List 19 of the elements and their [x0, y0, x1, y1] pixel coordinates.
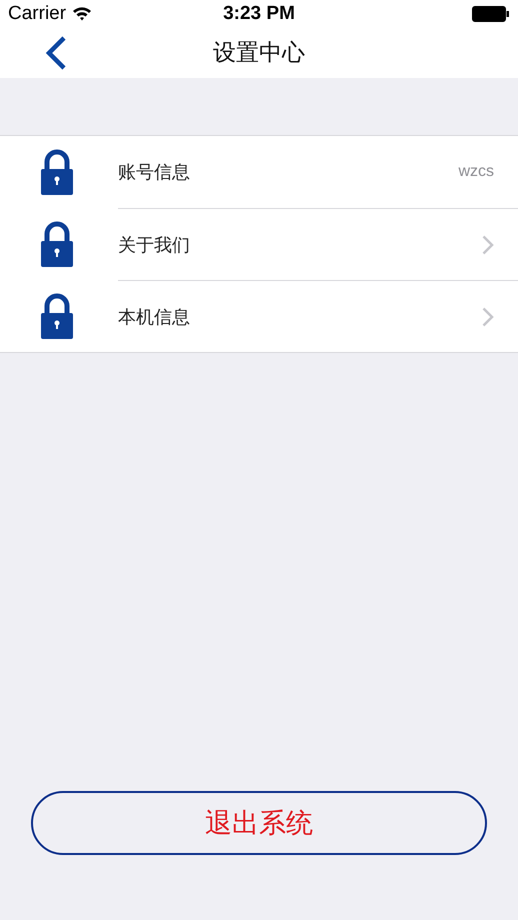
- carrier-label: Carrier: [8, 2, 66, 24]
- settings-row[interactable]: 关于我们: [0, 208, 518, 280]
- battery-icon: [472, 6, 510, 22]
- account-value: wzcs: [458, 163, 494, 181]
- lock-icon: [41, 149, 73, 195]
- row-label: 账号信息: [118, 161, 191, 184]
- lock-icon: [41, 221, 73, 267]
- chevron-icon: [482, 306, 494, 326]
- row-label: 关于我们: [118, 234, 191, 256]
- logout-button[interactable]: 退出系统: [31, 791, 487, 855]
- page-title: 设置中心: [213, 39, 305, 68]
- row-label: 本机信息: [118, 306, 191, 328]
- lock-icon: [41, 293, 73, 339]
- settings-row[interactable]: 账号信息 wzcs: [0, 136, 518, 208]
- back-button[interactable]: [44, 34, 68, 70]
- settings-row[interactable]: 本机信息: [0, 280, 518, 352]
- clock-time: 3:23 PM: [223, 2, 295, 24]
- chevron-icon: [482, 234, 494, 254]
- wifi-icon: [72, 6, 92, 21]
